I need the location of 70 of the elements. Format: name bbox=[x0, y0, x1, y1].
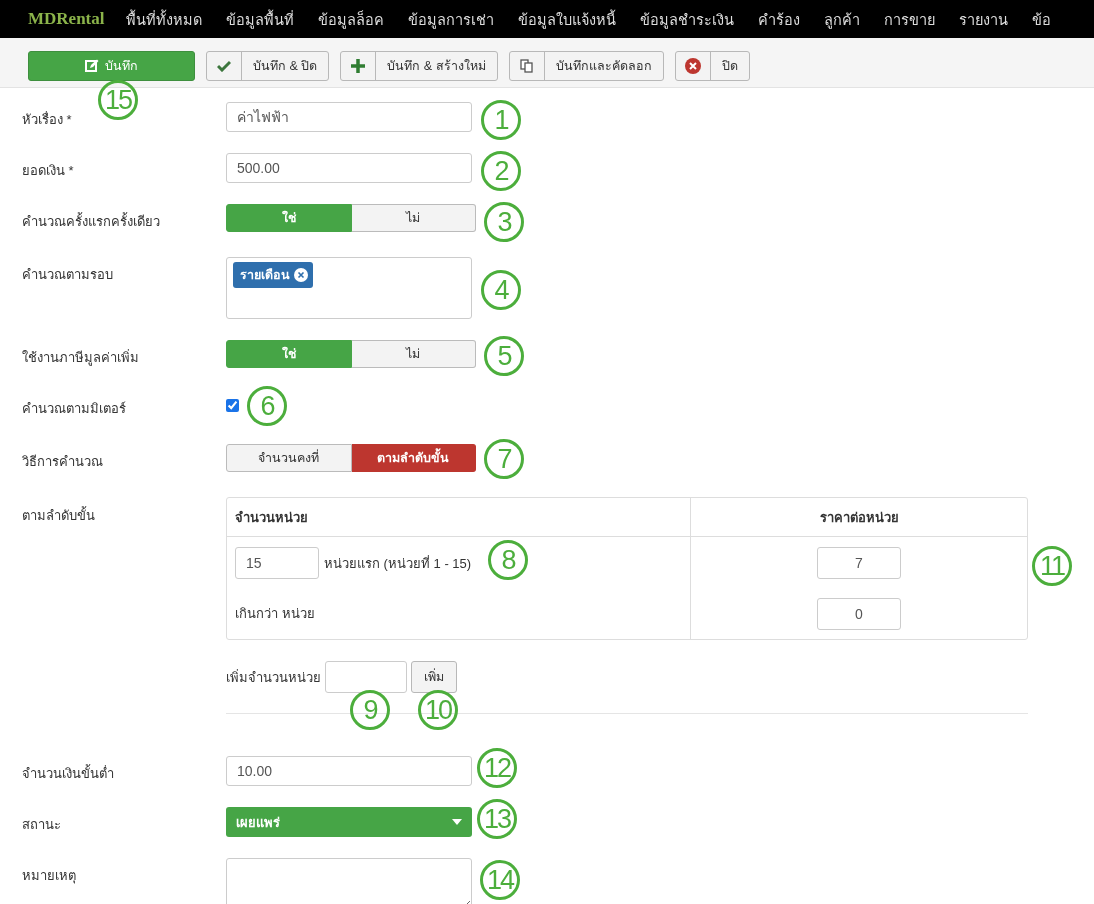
price-field[interactable]: 0 bbox=[817, 597, 901, 630]
units-field[interactable]: 15 bbox=[235, 546, 319, 579]
nav-link[interactable]: รายงาน bbox=[959, 7, 1009, 31]
number-callout: 4 bbox=[481, 270, 521, 310]
tag-chip: รายเดือน bbox=[233, 262, 313, 288]
field-label: คำนวณตามมิเตอร์ bbox=[22, 400, 127, 418]
toolbar-button[interactable]: บันทึก & สร้างใหม่ bbox=[340, 51, 498, 81]
number-callout: 10 bbox=[418, 690, 458, 730]
field-label: คำนวณครั้งแรกครั้งเดียว bbox=[22, 211, 161, 231]
units-text: เกินกว่า หน่วย bbox=[235, 606, 315, 621]
units-text: หน่วยแรก (หน่วยที่ 1 - 15) bbox=[324, 555, 472, 570]
nav-link[interactable]: พื้นที่ทั้งหมด bbox=[126, 7, 203, 31]
field-label: ยอดเงิน * bbox=[22, 162, 75, 180]
number-callout: 14 bbox=[480, 860, 520, 900]
field-label: หัวเรื่อง * bbox=[22, 110, 73, 129]
checkbox[interactable] bbox=[226, 399, 239, 412]
text-field[interactable]: 10.00 bbox=[226, 756, 472, 786]
field-label: ตามลำดับขั้น bbox=[22, 505, 96, 525]
nav-link[interactable]: ข้อมูลพื้นที่ bbox=[226, 7, 295, 31]
number-callout: 11 bbox=[1032, 546, 1072, 586]
tag-input[interactable]: รายเดือน bbox=[226, 257, 472, 319]
nav-link[interactable]: ลูกค้า bbox=[824, 7, 861, 31]
column-header: จำนวนหน่วย bbox=[227, 498, 690, 537]
nav-link[interactable]: การขาย bbox=[884, 7, 936, 31]
add-button[interactable]: เพิ่ม bbox=[411, 661, 457, 693]
nav-link[interactable]: ข้อมูลการเช่า bbox=[408, 7, 495, 31]
number-callout: 12 bbox=[477, 748, 517, 788]
nav-link[interactable]: ข้อ bbox=[1032, 7, 1052, 31]
number-callout: 15 bbox=[98, 80, 138, 120]
nav-link[interactable]: คำร้อง bbox=[758, 7, 801, 31]
number-callout: 13 bbox=[477, 799, 517, 839]
plus-icon bbox=[351, 59, 366, 73]
check-icon bbox=[217, 60, 231, 72]
number-callout: 8 bbox=[488, 540, 528, 580]
close-icon bbox=[684, 58, 701, 74]
nav-link[interactable]: ข้อมูลชำระเงิน bbox=[640, 7, 735, 31]
copy-icon bbox=[519, 59, 534, 73]
price-field[interactable]: 7 bbox=[817, 546, 901, 579]
brand-logo[interactable]: MDRental bbox=[28, 9, 105, 29]
column-header: ราคาต่อหน่วย bbox=[690, 498, 1027, 537]
field-label: หมายเหตุ bbox=[22, 867, 77, 886]
toggle-option[interactable]: จำนวนคงที่ bbox=[226, 444, 352, 472]
remove-icon[interactable] bbox=[294, 268, 308, 282]
notes-field[interactable] bbox=[226, 858, 472, 904]
text-field[interactable]: ค่าไฟฟ้า bbox=[226, 102, 472, 132]
field-label: ใช้งานภาษีมูลค่าเพิ่ม bbox=[22, 348, 140, 368]
toggle-option[interactable]: ไม่ bbox=[351, 204, 476, 232]
caret-icon bbox=[452, 819, 462, 825]
field-label: จำนวนเงินขั้นต่ำ bbox=[22, 763, 115, 783]
field-label: คำนวณตามรอบ bbox=[22, 266, 114, 284]
number-callout: 7 bbox=[484, 439, 524, 479]
field-label: สถานะ bbox=[22, 816, 62, 834]
number-callout: 2 bbox=[481, 151, 521, 191]
nav-link[interactable]: ข้อมูลล็อค bbox=[318, 7, 385, 31]
toolbar-button[interactable]: บันทึกและคัดลอก bbox=[508, 51, 664, 81]
add-units-field[interactable] bbox=[325, 661, 407, 693]
toolbar-button[interactable]: บันทึก & ปิด bbox=[206, 51, 330, 81]
number-callout: 1 bbox=[481, 100, 521, 140]
nav-link[interactable]: ข้อมูลใบแจ้งหนี้ bbox=[518, 7, 617, 31]
toggle-option[interactable]: ตามลำดับขั้น bbox=[351, 444, 476, 472]
number-callout: 3 bbox=[484, 202, 524, 242]
text-field[interactable]: 500.00 bbox=[226, 153, 472, 183]
number-callout: 5 bbox=[484, 336, 524, 376]
toolbar-button[interactable]: ปิด bbox=[674, 51, 750, 81]
field-label: วิธีการคำนวณ bbox=[22, 453, 104, 471]
add-units-label: เพิ่มจำนวนหน่วย bbox=[226, 668, 321, 687]
edit-icon bbox=[85, 59, 99, 73]
number-callout: 9 bbox=[350, 690, 390, 730]
toggle-option[interactable]: ไม่ bbox=[351, 340, 476, 368]
number-callout: 6 bbox=[247, 386, 287, 426]
